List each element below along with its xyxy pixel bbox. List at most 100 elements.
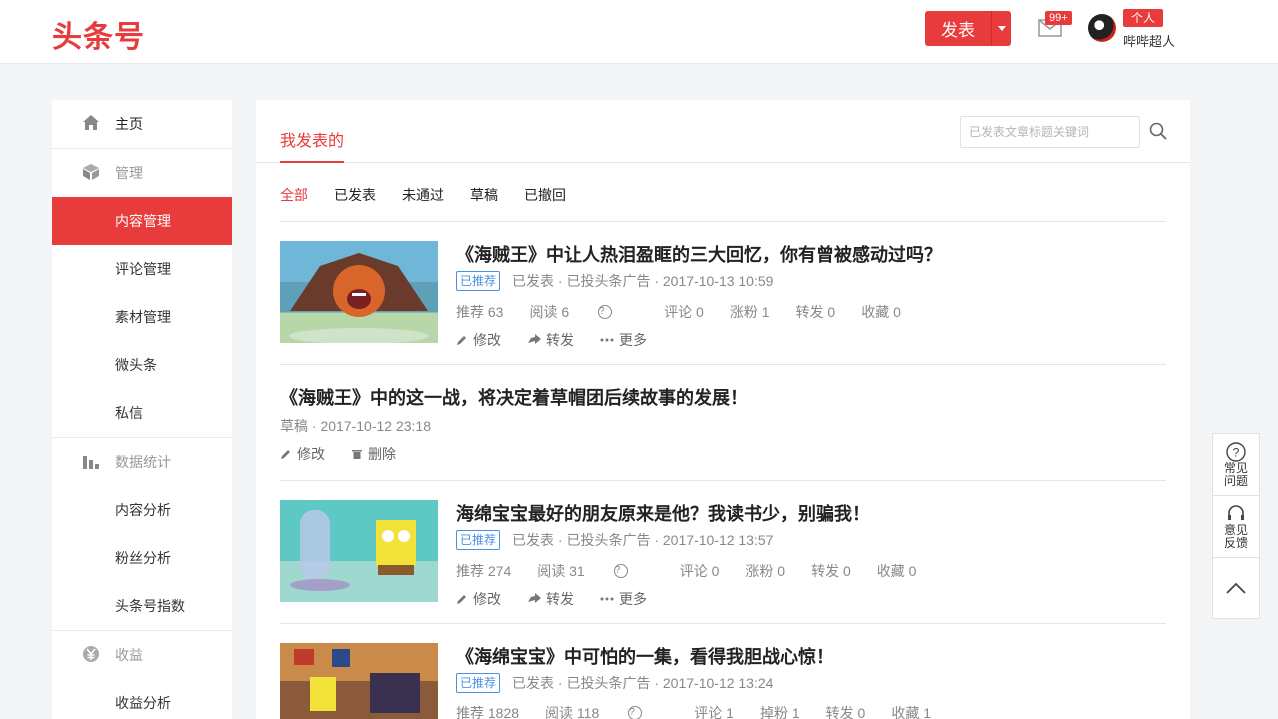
sidebar-item-material-manage[interactable]: 素材管理 — [52, 293, 232, 341]
article-actions: 修改 删除 — [280, 444, 422, 464]
chevron-up-icon — [1226, 582, 1246, 594]
stat-comment: 评论 1 — [694, 705, 734, 719]
sidebar-item-label: 私信 — [115, 405, 143, 421]
help-icon[interactable]: ? — [613, 564, 628, 578]
sidebar-item-home[interactable]: 主页 — [52, 100, 232, 148]
back-to-top-button[interactable] — [1213, 558, 1259, 618]
edit-button[interactable]: 修改 — [456, 330, 501, 350]
more-button[interactable]: 更多 — [600, 589, 647, 609]
article-item: 《海贼王》中的这一战，将决定着草帽团后续故事的发展！ 草稿 · 2017-10-… — [280, 365, 1166, 481]
sidebar-item-fans-analysis[interactable]: 粉丝分析 — [52, 534, 232, 582]
sidebar-item-label: 数据统计 — [115, 454, 171, 470]
feedback-button[interactable]: 意见反馈 — [1213, 496, 1259, 558]
stat-comment: 评论 0 — [664, 304, 704, 320]
article-actions: 修改 转发 更多 — [456, 589, 673, 609]
article-meta: 已推荐 已发表 · 已投头条广告 · 2017-10-12 13:24 — [456, 673, 773, 693]
stat-favorite: 收藏 1 — [891, 705, 932, 719]
share-icon — [528, 334, 541, 344]
recommended-badge: 已推荐 — [456, 530, 501, 550]
sidebar-item-label: 收益分析 — [115, 695, 171, 711]
edit-button[interactable]: 修改 — [280, 444, 325, 464]
article-item: 《海贼王》中让人热泪盈眶的三大回忆，你有曾被感动过吗？ 已推荐 已发表 · 已投… — [280, 222, 1166, 365]
svg-text:?: ? — [1233, 445, 1240, 459]
help-icon[interactable]: ? — [598, 305, 613, 319]
article-title[interactable]: 《海贼王》中让人热泪盈眶的三大回忆，你有曾被感动过吗？ — [456, 241, 942, 267]
stat-read: 阅读 31? — [537, 561, 653, 581]
more-dots-icon — [600, 338, 614, 342]
search-input[interactable] — [960, 116, 1140, 148]
sidebar-item-content-analysis[interactable]: 内容分析 — [52, 486, 232, 534]
article-thumbnail[interactable] — [280, 241, 438, 343]
article-thumbnail[interactable] — [280, 500, 438, 602]
stat-fans: 涨粉 1 — [729, 304, 770, 320]
article-status: 已发表 · 已投头条广告 · 2017-10-13 10:59 — [512, 273, 774, 289]
article-meta: 已推荐 已发表 · 已投头条广告 · 2017-10-13 10:59 — [456, 271, 773, 291]
avatar[interactable] — [1088, 14, 1116, 42]
panel-header: 我发表的 — [256, 100, 1190, 163]
article-status: 草稿 · 2017-10-12 23:18 — [280, 418, 431, 434]
article-meta: 已推荐 已发表 · 已投头条广告 · 2017-10-12 13:57 — [456, 530, 773, 550]
share-icon — [528, 593, 541, 603]
sidebar-item-comment-manage[interactable]: 评论管理 — [52, 245, 232, 293]
article-status: 已发表 · 已投头条广告 · 2017-10-12 13:57 — [512, 532, 774, 548]
sidebar-item-income-analysis[interactable]: 收益分析 — [52, 679, 232, 719]
publish-button[interactable]: 发表 — [925, 11, 1011, 46]
stat-share: 转发 0 — [795, 304, 836, 320]
faq-button[interactable]: ? 常见问题 — [1213, 434, 1259, 496]
sidebar-item-label: 内容管理 — [115, 213, 171, 229]
sidebar-item-messages[interactable]: 私信 — [52, 389, 232, 437]
article-title[interactable]: 《海绵宝宝》中可怕的一集，看得我胆战心惊！ — [456, 643, 834, 669]
filter-drafts[interactable]: 草稿 — [470, 185, 498, 205]
stat-recommend: 推荐 1828 — [456, 705, 520, 719]
share-button[interactable]: 转发 — [527, 589, 574, 609]
filter-all[interactable]: 全部 — [280, 185, 308, 205]
stat-share: 转发 0 — [825, 705, 866, 719]
article-actions: 修改 转发 更多 — [456, 330, 673, 350]
logo[interactable]: 头条号 — [52, 12, 145, 56]
active-tab-underline — [280, 161, 344, 163]
stat-fans: 涨粉 0 — [745, 563, 786, 579]
sidebar: 主页 管理 内容管理 评论管理 素材管理 微头条 私信 数据统计 内容分析 粉丝… — [52, 100, 232, 719]
role-badge: 个人 — [1123, 9, 1164, 27]
filter-withdrawn[interactable]: 已撤回 — [524, 185, 566, 205]
stat-read: 阅读 118? — [545, 703, 668, 719]
stat-comment: 评论 0 — [679, 563, 720, 579]
sidebar-item-content-manage[interactable]: 内容管理 — [52, 197, 232, 245]
tab-my-published[interactable]: 我发表的 — [280, 127, 344, 151]
article-title[interactable]: 海绵宝宝最好的朋友原来是他？我读书少，别骗我！ — [456, 500, 870, 526]
more-dots-icon — [600, 597, 614, 601]
sidebar-group-manage[interactable]: 管理 — [52, 149, 232, 197]
filter-published[interactable]: 已发表 — [334, 185, 376, 205]
article-stats: 推荐 274 阅读 31? 评论 0 涨粉 0 转发 0 收藏 0 — [456, 561, 942, 581]
recommended-badge: 已推荐 — [456, 271, 501, 291]
article-thumbnail[interactable] — [280, 643, 438, 719]
caret-down-icon[interactable] — [992, 26, 1011, 31]
sidebar-item-label: 评论管理 — [115, 261, 171, 277]
article-stats: 推荐 63 阅读 6? 评论 0 涨粉 1 转发 0 收藏 0 — [456, 302, 927, 322]
pencil-icon — [457, 336, 466, 345]
publish-button-label: 发表 — [941, 21, 975, 40]
pencil-icon — [281, 450, 290, 459]
sidebar-group-stats[interactable]: 数据统计 — [52, 438, 232, 486]
sidebar-group-income[interactable]: 收益 — [52, 631, 232, 679]
stat-favorite: 收藏 0 — [861, 304, 901, 320]
search-icon[interactable] — [1149, 122, 1167, 140]
more-button[interactable]: 更多 — [600, 330, 647, 350]
stat-recommend: 推荐 63 — [456, 304, 504, 320]
sidebar-item-micro-post[interactable]: 微头条 — [52, 341, 232, 389]
edit-button[interactable]: 修改 — [456, 589, 501, 609]
article-title[interactable]: 《海贼王》中的这一战，将决定着草帽团后续故事的发展！ — [280, 384, 748, 410]
username[interactable]: 哔哔超人 — [1123, 31, 1175, 50]
sidebar-item-label: 内容分析 — [115, 502, 171, 518]
trash-icon — [352, 450, 362, 459]
sidebar-item-label: 主页 — [115, 116, 143, 132]
share-button[interactable]: 转发 — [527, 330, 574, 350]
help-icon[interactable]: ? — [628, 706, 643, 719]
mail-count-badge: 99+ — [1045, 11, 1072, 25]
sidebar-item-label: 粉丝分析 — [115, 550, 171, 566]
stat-read: 阅读 6? — [529, 302, 638, 322]
sidebar-item-account-index[interactable]: 头条号指数 — [52, 582, 232, 630]
feedback-label: 意见反馈 — [1223, 522, 1248, 550]
filter-rejected[interactable]: 未通过 — [402, 185, 444, 205]
delete-button[interactable]: 删除 — [351, 444, 396, 464]
